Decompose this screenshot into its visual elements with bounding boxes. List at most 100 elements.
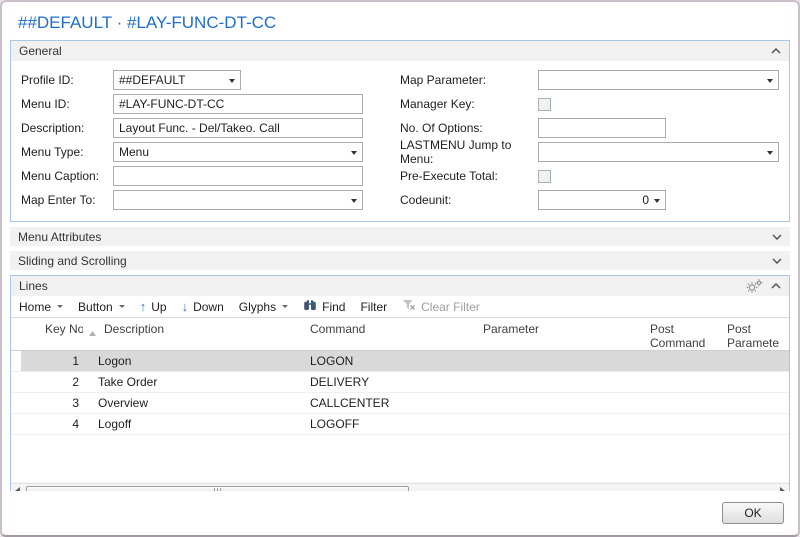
cell-command: LOGON: [306, 354, 479, 368]
lines-header[interactable]: Lines: [11, 276, 789, 296]
cell-description: Take Order: [83, 375, 306, 389]
menu-id-field[interactable]: #LAY-FUNC-DT-CC: [113, 94, 363, 114]
down-label: Down: [193, 300, 224, 314]
column-header-key-no[interactable]: Key No.: [21, 322, 83, 336]
menu-caret-icon: [57, 305, 63, 308]
map-enter-to-dropdown[interactable]: [113, 190, 363, 210]
ok-button[interactable]: OK: [722, 502, 784, 524]
column-header-parameter[interactable]: Parameter: [479, 322, 646, 336]
lines-header-label: Lines: [19, 279, 48, 293]
table-row[interactable]: 3 Overview CALLCENTER: [11, 393, 789, 414]
up-arrow-icon: ↑: [140, 300, 147, 313]
grid-header-row: Key No. Description Command Parameter Po…: [11, 318, 789, 351]
no-of-options-field[interactable]: [538, 118, 666, 138]
column-header-command[interactable]: Command: [306, 322, 479, 336]
dropdown-caret-icon: [654, 199, 660, 203]
description-field[interactable]: Layout Func. - Del/Takeo. Call: [113, 118, 363, 138]
cell-command: CALLCENTER: [306, 396, 479, 410]
clear-filter-icon: [402, 299, 416, 314]
cell-key-no: 4: [21, 417, 83, 431]
chevron-up-icon[interactable]: [771, 283, 781, 289]
home-menu-button[interactable]: Home: [19, 300, 63, 314]
card-window: ##DEFAULT · #LAY-FUNC-DT-CC General Prof…: [0, 0, 800, 537]
customize-gears-icon[interactable]: [746, 279, 763, 293]
move-down-button[interactable]: ↓ Down: [182, 300, 224, 314]
glyphs-menu-button[interactable]: Glyphs: [239, 300, 288, 314]
sort-ascending-icon: [89, 325, 96, 339]
home-label: Home: [19, 300, 51, 314]
sliding-scrolling-section[interactable]: Sliding and Scrolling: [10, 251, 790, 270]
sliding-scrolling-label: Sliding and Scrolling: [18, 254, 127, 268]
chevron-down-icon[interactable]: [772, 234, 782, 240]
cell-description: Logon: [83, 354, 306, 368]
table-row[interactable]: 1 Logon LOGON: [11, 351, 789, 372]
filter-button[interactable]: Filter: [360, 300, 387, 314]
pre-execute-total-label: Pre-Execute Total:: [400, 169, 538, 183]
dropdown-caret-icon: [767, 151, 773, 155]
menu-type-value: Menu: [119, 145, 149, 159]
lastmenu-jump-dropdown[interactable]: [538, 142, 779, 162]
lines-toolbar: Home Button ↑ Up ↓ Down Glyphs: [11, 296, 789, 318]
menu-caret-icon: [119, 305, 125, 308]
cell-description: Overview: [83, 396, 306, 410]
cell-key-no: 2: [21, 375, 83, 389]
column-header-post-parameter[interactable]: Post Paramete: [723, 322, 789, 350]
move-up-button[interactable]: ↑ Up: [140, 300, 167, 314]
lines-panel: Lines Home: [10, 275, 790, 499]
dropdown-caret-icon: [229, 79, 235, 83]
column-header-post-command[interactable]: Post Command: [646, 322, 723, 350]
chevron-up-icon[interactable]: [771, 48, 781, 54]
cell-description: Logoff: [83, 417, 306, 431]
column-header-description[interactable]: Description: [83, 322, 306, 339]
description-header-label: Description: [104, 322, 164, 336]
page-title: ##DEFAULT · #LAY-FUNC-DT-CC: [18, 12, 782, 34]
chevron-down-icon[interactable]: [772, 258, 782, 264]
cell-command: LOGOFF: [306, 417, 479, 431]
general-header[interactable]: General: [11, 41, 789, 61]
binoculars-icon: [303, 299, 317, 314]
codeunit-value: 0: [642, 193, 649, 207]
menu-caret-icon: [282, 305, 288, 308]
clear-filter-button[interactable]: Clear Filter: [402, 299, 480, 314]
codeunit-dropdown[interactable]: 0: [538, 190, 666, 210]
cell-command: DELIVERY: [306, 375, 479, 389]
map-parameter-label: Map Parameter:: [400, 73, 538, 87]
no-of-options-label: No. Of Options:: [400, 121, 538, 135]
general-right-column: Map Parameter: Manager Key: No. Of Optio…: [400, 68, 779, 212]
manager-key-checkbox[interactable]: [538, 98, 551, 111]
menu-attributes-section[interactable]: Menu Attributes: [10, 227, 790, 246]
cell-key-no: 1: [21, 354, 83, 368]
description-label: Description:: [21, 121, 113, 135]
dropdown-caret-icon: [767, 79, 773, 83]
menu-type-dropdown[interactable]: Menu: [113, 142, 363, 162]
dropdown-caret-icon: [351, 199, 357, 203]
general-body: Profile ID: ##DEFAULT Menu ID: #LAY-FUNC…: [11, 61, 789, 221]
cell-key-no: 3: [21, 396, 83, 410]
codeunit-label: Codeunit:: [400, 193, 538, 207]
description-value: Layout Func. - Del/Takeo. Call: [119, 121, 280, 135]
button-menu-button[interactable]: Button: [78, 300, 125, 314]
find-button[interactable]: Find: [303, 299, 345, 314]
down-arrow-icon: ↓: [182, 300, 189, 313]
menu-attributes-label: Menu Attributes: [18, 230, 101, 244]
pre-execute-total-checkbox[interactable]: [538, 170, 551, 183]
filter-label: Filter: [360, 300, 387, 314]
general-left-column: Profile ID: ##DEFAULT Menu ID: #LAY-FUNC…: [21, 68, 400, 212]
table-row[interactable]: 4 Logoff LOGOFF: [11, 414, 789, 435]
map-enter-to-label: Map Enter To:: [21, 193, 113, 207]
manager-key-label: Manager Key:: [400, 97, 538, 111]
menu-id-label: Menu ID:: [21, 97, 113, 111]
general-header-label: General: [19, 44, 62, 58]
lastmenu-jump-label: LASTMENU Jump to Menu:: [400, 138, 538, 166]
dropdown-caret-icon: [351, 151, 357, 155]
general-panel: General Profile ID: ##DEFAULT Menu ID:: [10, 40, 790, 222]
table-row[interactable]: 2 Take Order DELIVERY: [11, 372, 789, 393]
clear-filter-label: Clear Filter: [421, 300, 480, 314]
button-label: Button: [78, 300, 113, 314]
menu-caption-field[interactable]: [113, 166, 363, 186]
menu-id-value: #LAY-FUNC-DT-CC: [119, 97, 224, 111]
profile-id-dropdown[interactable]: ##DEFAULT: [113, 70, 241, 90]
menu-caption-label: Menu Caption:: [21, 169, 113, 183]
up-label: Up: [151, 300, 166, 314]
map-parameter-dropdown[interactable]: [538, 70, 779, 90]
